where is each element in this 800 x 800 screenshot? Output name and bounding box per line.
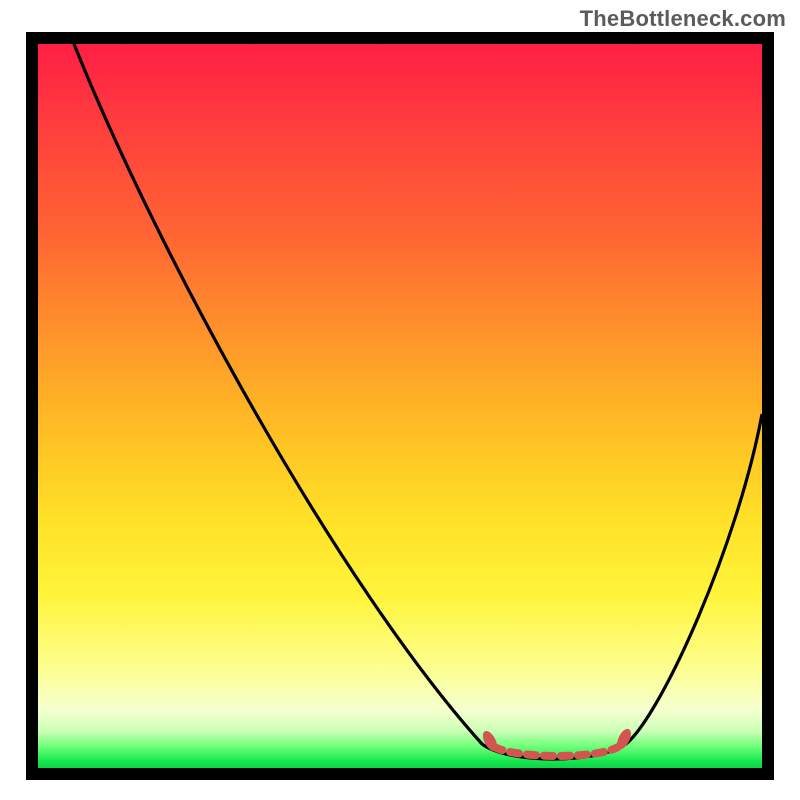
plateau-segment [494,747,618,756]
plot-frame [26,32,774,780]
curve-layer [38,44,762,768]
bottleneck-curve [74,44,762,759]
watermark-text: TheBottleneck.com [580,6,786,32]
chart-stage: TheBottleneck.com [0,0,800,800]
